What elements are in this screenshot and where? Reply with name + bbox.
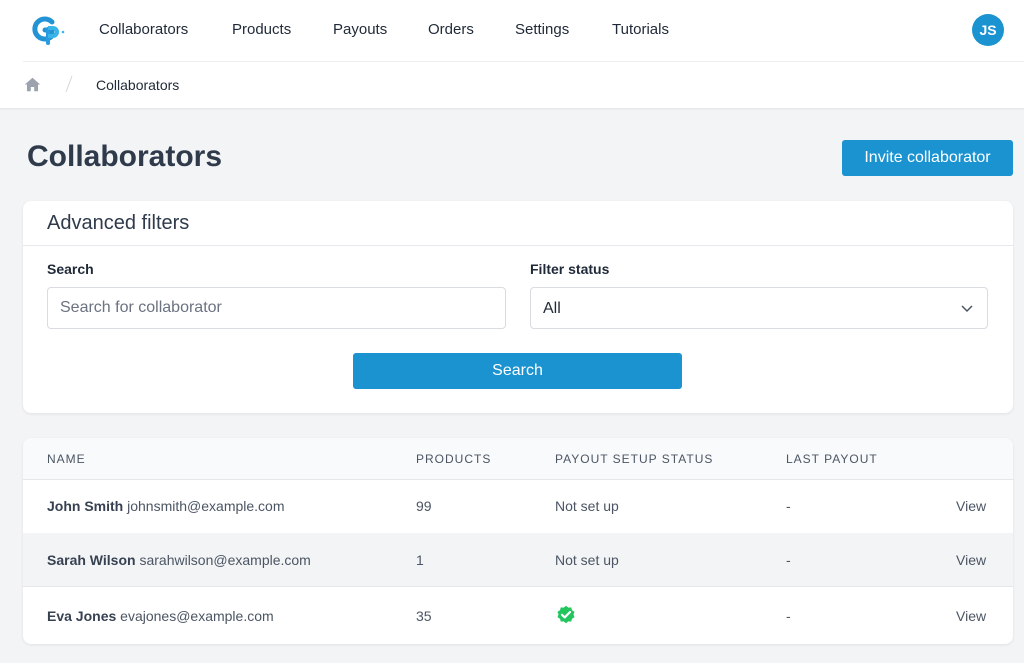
home-icon[interactable] (24, 76, 41, 93)
products-count: 35 (416, 608, 432, 624)
table-row: Sarah Wilson sarahwilson@example.com 1 N… (23, 533, 1013, 587)
column-header-last-payout[interactable]: LAST PAYOUT (786, 452, 878, 466)
products-count: 99 (416, 498, 432, 514)
products-count: 1 (416, 552, 424, 568)
filter-status-value: All (543, 300, 561, 317)
collaborator-email: johnsmith@example.com (127, 498, 285, 514)
main-nav: Collaborators Products Payouts Orders Se… (0, 0, 1024, 62)
last-payout: - (786, 498, 791, 514)
nav-collaborators[interactable]: Collaborators (99, 21, 188, 38)
logo-icon[interactable] (32, 15, 66, 45)
table-row: John Smith johnsmith@example.com 99 Not … (23, 480, 1013, 534)
search-button[interactable]: Search (353, 353, 682, 389)
top-bar: Collaborators Products Payouts Orders Se… (0, 0, 1024, 108)
column-header-payout-status[interactable]: PAYOUT SETUP STATUS (555, 452, 713, 466)
filter-status-select[interactable]: All (530, 287, 988, 329)
breadcrumb-separator (65, 75, 73, 93)
collaborator-email: evajones@example.com (120, 608, 274, 624)
invite-collaborator-button[interactable]: Invite collaborator (842, 140, 1013, 176)
collaborator-cell: Sarah Wilson sarahwilson@example.com (47, 552, 311, 568)
nav-tutorials[interactable]: Tutorials (612, 21, 669, 38)
filters-title: Advanced filters (47, 212, 190, 234)
user-avatar[interactable]: JS (972, 14, 1004, 46)
nav-products[interactable]: Products (232, 21, 291, 38)
search-input[interactable] (47, 287, 506, 329)
table-header: NAME PRODUCTS PAYOUT SETUP STATUS LAST P… (23, 438, 1013, 480)
column-header-products[interactable]: PRODUCTS (416, 452, 491, 466)
collaborators-table: NAME PRODUCTS PAYOUT SETUP STATUS LAST P… (23, 438, 1013, 644)
collaborator-cell: John Smith johnsmith@example.com (47, 498, 285, 514)
avatar-initials: JS (979, 22, 997, 38)
view-link[interactable]: View (956, 552, 986, 568)
collaborator-name: Sarah Wilson (47, 552, 136, 568)
filter-status-label: Filter status (530, 261, 610, 277)
payout-status: Not set up (555, 498, 619, 514)
table-row: Eva Jones evajones@example.com 35 - View (23, 587, 1013, 644)
advanced-filters-card: Advanced filters Search Filter status Al… (23, 201, 1013, 413)
verified-check-icon (557, 605, 575, 624)
collaborator-cell: Eva Jones evajones@example.com (47, 608, 274, 624)
view-link[interactable]: View (956, 498, 986, 514)
payout-status: Not set up (555, 552, 619, 568)
breadcrumb-current: Collaborators (96, 77, 180, 93)
collaborator-name: Eva Jones (47, 608, 117, 624)
filters-divider (23, 245, 1013, 246)
collaborator-email: sarahwilson@example.com (139, 552, 311, 568)
nav-settings[interactable]: Settings (515, 21, 569, 38)
collaborator-name: John Smith (47, 498, 124, 514)
last-payout: - (786, 552, 791, 568)
column-header-name[interactable]: NAME (47, 452, 86, 466)
last-payout: - (786, 608, 791, 624)
page-title: Collaborators (27, 140, 223, 173)
view-link[interactable]: View (956, 608, 986, 624)
search-label: Search (47, 261, 94, 277)
nav-payouts[interactable]: Payouts (333, 21, 387, 38)
nav-orders[interactable]: Orders (428, 21, 474, 38)
chevron-down-icon (961, 305, 973, 313)
